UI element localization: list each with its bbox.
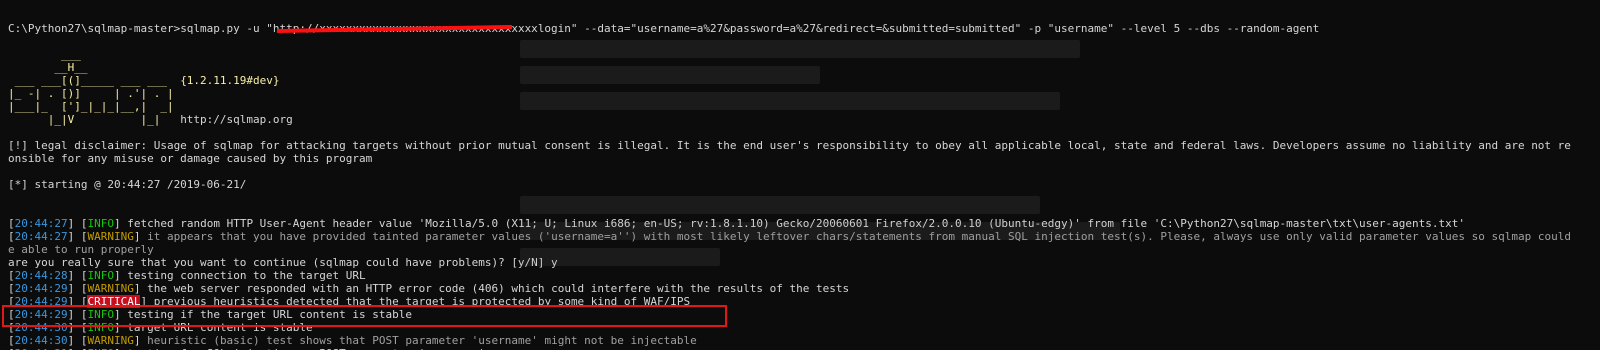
banner-line-2: __H__ (8, 61, 88, 74)
log-message: are you really sure that you want to con… (8, 256, 558, 269)
banner-line-1: ___ (8, 48, 81, 61)
command-program: sqlmap.py -u (180, 22, 267, 35)
log-line: [20:44:27] [WARNING] it appears that you… (8, 230, 1571, 243)
log-level: WARNING (87, 230, 134, 243)
disclaimer-line-1: [!] legal disclaimer: Usage of sqlmap fo… (8, 139, 1571, 152)
log-line: [20:44:28] [INFO] testing connection to … (8, 269, 366, 282)
log-timestamp: 20:44:27 (14, 217, 68, 230)
prompt: C:\Python27\sqlmap-master> (8, 22, 181, 35)
disclaimer-line-2: onsible for any misuse or damage caused … (8, 152, 373, 165)
url-start: " (266, 22, 273, 35)
highlight-box (2, 305, 727, 327)
banner-line-4: |_ -| . [)] | .'| . | (8, 87, 174, 100)
starting-line: [*] starting @ 20:44:27 /2019-06-21/ (8, 178, 247, 191)
url-end: login" (537, 22, 578, 35)
command-args: --data="username=a%27&password=a%27&redi… (577, 22, 1320, 35)
command-line: C:\Python27\sqlmap-master>sqlmap.py -u "… (8, 22, 1600, 35)
log-message: it appears that you have provided tainte… (140, 230, 1571, 243)
log-timestamp: 20:44:28 (14, 269, 68, 282)
log-timestamp: 20:44:29 (14, 282, 68, 295)
log-level: WARNING (87, 282, 134, 295)
log-message: heuristic (basic) test shows that POST p… (140, 334, 697, 347)
log-timestamp: 20:44:27 (14, 230, 68, 243)
log-level: INFO (87, 217, 114, 230)
log-line: e able to run properly (8, 243, 1600, 256)
banner-line-6: |_|V |_| http://sqlmap.org (8, 113, 293, 126)
log-timestamp: 20:44:30 (14, 334, 68, 347)
log-message: the web server responded with an HTTP er… (140, 282, 850, 295)
terminal-window[interactable]: C:\Python27\sqlmap-master>sqlmap.py -u "… (0, 0, 1600, 350)
log-line: [20:44:30] [WARNING] heuristic (basic) t… (8, 334, 697, 347)
log-output: [20:44:27] [INFO] fetched random HTTP Us… (8, 217, 1600, 350)
site-url: http://sqlmap.org (180, 113, 293, 126)
log-message: e able to run properly (8, 243, 154, 256)
banner-line-3: ___ ___[(]_____ ___ ___ {1.2.11.19#dev} (8, 74, 280, 87)
log-level: WARNING (87, 334, 134, 347)
banner-line-5: |___|_ [']_|_|_|__,| _| (8, 100, 174, 113)
log-message: fetched random HTTP User-Agent header va… (120, 217, 1465, 230)
log-level: INFO (87, 269, 114, 282)
version-label: {1.2.11.19#dev} (180, 74, 280, 87)
log-line: [20:44:29] [WARNING] the web server resp… (8, 282, 850, 295)
log-message: testing connection to the target URL (120, 269, 366, 282)
log-line: [20:44:27] [INFO] fetched random HTTP Us… (8, 217, 1465, 230)
redacted-url: http://xxxxxxxxxxxxxxxxxxxxxxxxxxxxxxxxx (273, 22, 538, 35)
log-line: are you really sure that you want to con… (8, 256, 1600, 269)
